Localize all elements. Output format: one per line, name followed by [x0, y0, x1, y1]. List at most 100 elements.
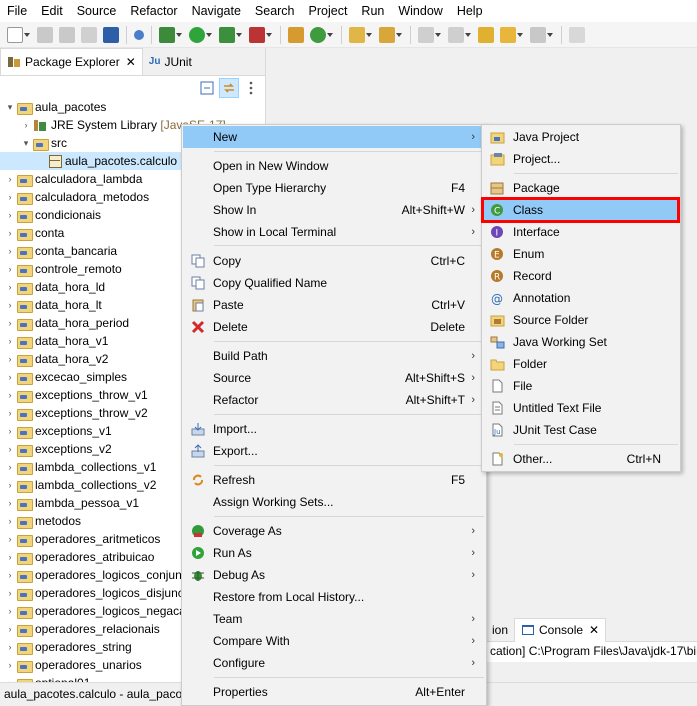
chevron-down-icon[interactable]: ▾: [4, 102, 16, 113]
menu-item-new[interactable]: New ›: [183, 126, 485, 148]
menu-help[interactable]: Help: [450, 0, 490, 22]
menu-item-coverage-as[interactable]: Coverage As ›: [183, 520, 485, 542]
chevron-right-icon[interactable]: ›: [4, 210, 16, 220]
submenu-item-source-folder[interactable]: Source Folder: [483, 309, 679, 331]
close-icon[interactable]: ✕: [126, 55, 136, 69]
chevron-right-icon[interactable]: ›: [4, 372, 16, 382]
submenu-item-java-project[interactable]: Java Project: [483, 126, 679, 148]
menu-navigate[interactable]: Navigate: [185, 0, 248, 22]
menu-item-assign-working-sets[interactable]: Assign Working Sets...: [183, 491, 485, 513]
menu-item-compare-with[interactable]: Compare With ›: [183, 630, 485, 652]
chevron-right-icon[interactable]: ›: [4, 498, 16, 508]
menu-item-delete[interactable]: Delete Delete: [183, 316, 485, 338]
chevron-right-icon[interactable]: ›: [4, 444, 16, 454]
chevron-right-icon[interactable]: ›: [4, 318, 16, 328]
menu-item-properties[interactable]: Properties Alt+Enter: [183, 681, 485, 703]
pin-editor-icon[interactable]: [569, 26, 585, 43]
terminal-icon[interactable]: [103, 26, 119, 43]
menu-item-import[interactable]: Import...: [183, 418, 485, 440]
menu-refactor[interactable]: Refactor: [123, 0, 184, 22]
menu-project[interactable]: Project: [302, 0, 355, 22]
chevron-right-icon[interactable]: ›: [4, 534, 16, 544]
submenu-item-other[interactable]: Other... Ctrl+N: [483, 448, 679, 470]
last-edit-icon[interactable]: [478, 26, 494, 43]
new-icon[interactable]: [7, 26, 23, 43]
submenu-item-untitled-text-file[interactable]: Untitled Text File: [483, 397, 679, 419]
chevron-right-icon[interactable]: ›: [4, 408, 16, 418]
submenu-item-record[interactable]: R Record: [483, 265, 679, 287]
submenu-item-junit-test-case[interactable]: Ju JUnit Test Case: [483, 419, 679, 441]
debug-icon[interactable]: [159, 26, 175, 43]
search-icon[interactable]: [379, 26, 395, 43]
menu-search[interactable]: Search: [248, 0, 302, 22]
chevron-right-icon[interactable]: ›: [4, 174, 16, 184]
chevron-right-icon[interactable]: ›: [4, 570, 16, 580]
chevron-right-icon[interactable]: ›: [4, 462, 16, 472]
menu-item-paste[interactable]: Paste Ctrl+V: [183, 294, 485, 316]
menu-item-refresh[interactable]: Refresh F5: [183, 469, 485, 491]
back-icon[interactable]: [500, 26, 516, 43]
chevron-right-icon[interactable]: ›: [4, 300, 16, 310]
tab-console[interactable]: Console ✕: [514, 617, 607, 642]
coverage-icon[interactable]: [219, 26, 235, 43]
chevron-right-icon[interactable]: ›: [4, 552, 16, 562]
menu-window[interactable]: Window: [391, 0, 449, 22]
submenu-item-annotation[interactable]: @ Annotation: [483, 287, 679, 309]
chevron-right-icon[interactable]: ›: [4, 192, 16, 202]
chevron-right-icon[interactable]: ›: [4, 282, 16, 292]
chevron-right-icon[interactable]: ›: [4, 228, 16, 238]
new-class-icon[interactable]: [310, 26, 326, 43]
print-icon[interactable]: [81, 26, 97, 43]
tree-item-root[interactable]: ▾ aula_pacotes: [0, 98, 265, 116]
menu-file[interactable]: File: [0, 0, 34, 22]
view-menu-icon[interactable]: [241, 78, 261, 98]
submenu-item-interface[interactable]: I Interface: [483, 221, 679, 243]
submenu-item-file[interactable]: File: [483, 375, 679, 397]
menu-item-copy[interactable]: Copy Ctrl+C: [183, 250, 485, 272]
open-type-icon[interactable]: [349, 26, 365, 43]
chevron-right-icon[interactable]: ›: [4, 588, 16, 598]
forward-icon[interactable]: [530, 26, 546, 43]
chevron-right-icon[interactable]: ›: [4, 516, 16, 526]
menu-item-debug-as[interactable]: Debug As ›: [183, 564, 485, 586]
menu-source[interactable]: Source: [70, 0, 124, 22]
menu-item-show-local-terminal[interactable]: Show in Local Terminal ›: [183, 221, 485, 243]
menu-item-restore-history[interactable]: Restore from Local History...: [183, 586, 485, 608]
submenu-item-project[interactable]: Project...: [483, 148, 679, 170]
submenu-item-enum[interactable]: E Enum: [483, 243, 679, 265]
save-icon[interactable]: [37, 26, 53, 43]
menu-item-copy-qualified-name[interactable]: Copy Qualified Name: [183, 272, 485, 294]
chevron-right-icon[interactable]: ›: [4, 336, 16, 346]
tab-junit[interactable]: Ju JUnit: [143, 48, 198, 75]
save-all-icon[interactable]: [59, 26, 75, 43]
chevron-right-icon[interactable]: ›: [4, 606, 16, 616]
run-icon[interactable]: [189, 26, 205, 43]
chevron-right-icon[interactable]: ›: [4, 264, 16, 274]
menu-item-configure[interactable]: Configure ›: [183, 652, 485, 674]
tab-package-explorer[interactable]: Package Explorer ✕: [0, 48, 143, 75]
next-annotation-icon[interactable]: [418, 26, 434, 43]
menu-item-team[interactable]: Team ›: [183, 608, 485, 630]
menu-run[interactable]: Run: [354, 0, 391, 22]
chevron-right-icon[interactable]: ›: [4, 390, 16, 400]
chevron-right-icon[interactable]: ›: [20, 120, 32, 130]
chevron-right-icon[interactable]: ›: [4, 354, 16, 364]
tab-hidden[interactable]: ion: [486, 618, 514, 642]
link-editor-icon[interactable]: [219, 78, 239, 98]
menu-item-refactor[interactable]: Refactor Alt+Shift+T ›: [183, 389, 485, 411]
prev-annotation-icon[interactable]: [448, 26, 464, 43]
chevron-right-icon[interactable]: ›: [4, 480, 16, 490]
menu-item-open-new-window[interactable]: Open in New Window: [183, 155, 485, 177]
external-tools-icon[interactable]: [249, 26, 265, 43]
chevron-down-icon[interactable]: ▾: [20, 138, 32, 149]
submenu-item-class[interactable]: C Class: [483, 199, 679, 221]
menu-item-open-type-hierarchy[interactable]: Open Type Hierarchy F4: [183, 177, 485, 199]
chevron-right-icon[interactable]: ›: [4, 624, 16, 634]
submenu-item-java-working-set[interactable]: Java Working Set: [483, 331, 679, 353]
menu-item-show-in[interactable]: Show In Alt+Shift+W ›: [183, 199, 485, 221]
menu-item-source[interactable]: Source Alt+Shift+S ›: [183, 367, 485, 389]
new-java-project-icon[interactable]: [288, 26, 304, 43]
chevron-right-icon[interactable]: ›: [4, 642, 16, 652]
chevron-right-icon[interactable]: ›: [4, 246, 16, 256]
chevron-right-icon[interactable]: ›: [4, 426, 16, 436]
